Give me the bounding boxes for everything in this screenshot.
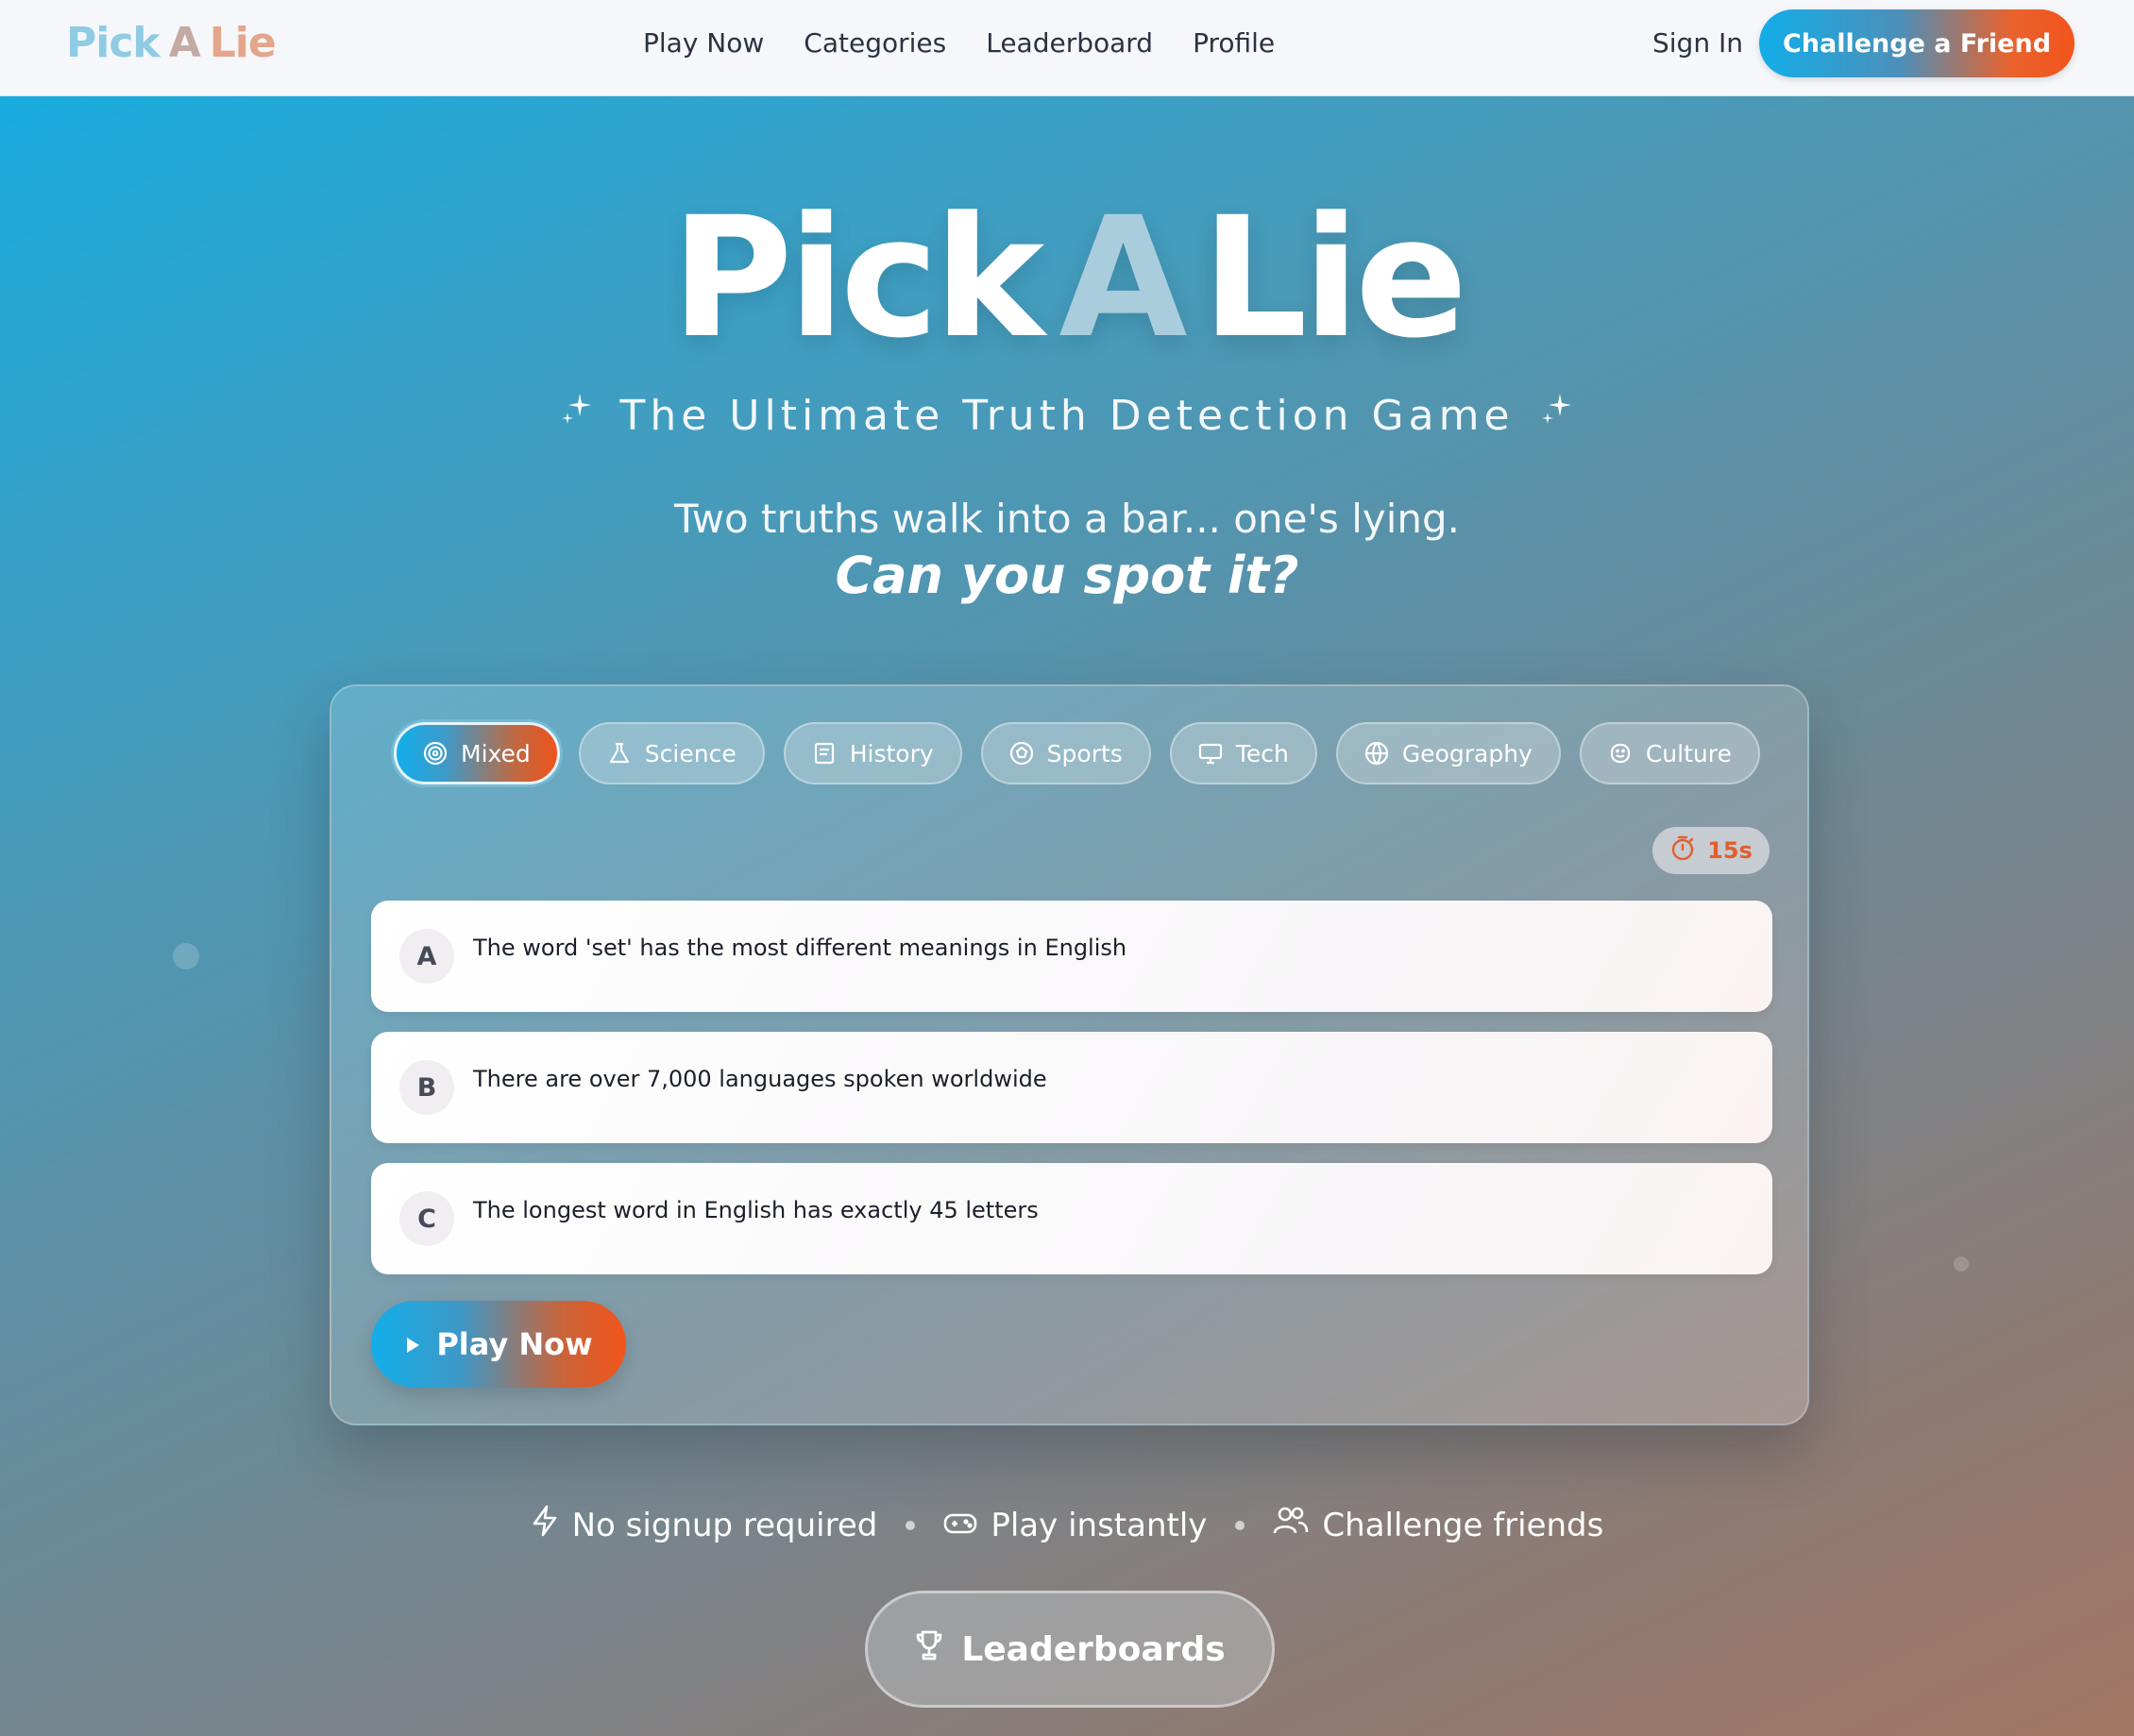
category-label: Science	[644, 739, 737, 767]
gamepad-icon	[943, 1507, 977, 1544]
answer-option-c[interactable]: C The longest word in English has exactl…	[371, 1163, 1772, 1274]
category-label: Culture	[1645, 739, 1732, 767]
feature-list: No signup required Play instantly Challe…	[0, 1505, 2134, 1545]
hero-question: Can you spot it?	[835, 546, 1299, 605]
countdown-timer: 15s	[1652, 827, 1770, 874]
users-icon	[1273, 1506, 1309, 1544]
play-now-label: Play Now	[436, 1326, 593, 1362]
option-text: The word 'set' has the most different me…	[473, 935, 1127, 961]
category-label: History	[849, 739, 934, 767]
nav-profile[interactable]: Profile	[1193, 23, 1275, 64]
play-now-button[interactable]: Play Now	[371, 1301, 626, 1388]
smile-icon	[1608, 741, 1633, 766]
separator-dot	[1235, 1520, 1245, 1530]
top-nav-bar: Pick A Lie Play Now Categories Leaderboa…	[0, 0, 2134, 96]
option-text: There are over 7,000 languages spoken wo…	[473, 1066, 1047, 1092]
option-letter: C	[399, 1191, 454, 1246]
feature-text: No signup required	[571, 1506, 878, 1544]
answer-option-b[interactable]: B There are over 7,000 languages spoken …	[371, 1032, 1772, 1143]
separator-dot	[906, 1520, 916, 1530]
logo-word-lie: Lie	[209, 19, 277, 67]
logo[interactable]: Pick A Lie	[66, 17, 277, 70]
feature-item: Play instantly	[943, 1507, 1207, 1544]
feature-text: Play instantly	[991, 1506, 1208, 1544]
category-label: Tech	[1235, 739, 1289, 767]
category-mixed[interactable]: Mixed	[394, 722, 560, 784]
stopwatch-icon	[1669, 834, 1696, 867]
hero-title-pick: Pick	[670, 181, 1045, 375]
option-letter: B	[399, 1060, 454, 1115]
category-label: Mixed	[461, 739, 531, 767]
category-label: Geography	[1401, 739, 1533, 767]
option-text: The longest word in English has exactly …	[473, 1197, 1039, 1223]
feature-text: Challenge friends	[1322, 1506, 1604, 1544]
hero-title-a: A	[1059, 181, 1187, 375]
category-label: Sports	[1046, 739, 1123, 767]
category-culture[interactable]: Culture	[1579, 722, 1760, 784]
decorative-bubble	[1954, 1256, 1969, 1272]
sign-in-link[interactable]: Sign In	[1652, 23, 1743, 64]
option-letter: A	[399, 929, 454, 984]
monitor-icon	[1198, 741, 1223, 766]
sparkle-icon	[1532, 394, 1574, 432]
answer-options: A The word 'set' has the most different …	[371, 901, 1772, 1294]
sparkle-icon	[561, 394, 603, 432]
globe-icon	[1364, 741, 1389, 766]
category-filter: Mixed Science History Sports Tech Geogra…	[394, 722, 1760, 784]
lightning-icon	[531, 1505, 559, 1545]
decorative-bubble	[173, 943, 199, 969]
category-geography[interactable]: Geography	[1335, 722, 1561, 784]
main-nav: Play Now Categories Leaderboard Profile	[643, 23, 1275, 64]
ball-icon	[1009, 741, 1034, 766]
target-icon	[423, 741, 448, 766]
hero-title-lie: Lie	[1201, 181, 1468, 375]
nav-categories[interactable]: Categories	[804, 23, 946, 64]
category-science[interactable]: Science	[578, 722, 765, 784]
logo-word-a: A	[168, 19, 201, 67]
answer-option-a[interactable]: A The word 'set' has the most different …	[371, 901, 1772, 1012]
leaderboards-button[interactable]: Leaderboards	[865, 1591, 1275, 1708]
hero-subtitle: Two truths walk into a bar... one's lyin…	[673, 496, 1461, 542]
game-card: Mixed Science History Sports Tech Geogra…	[330, 684, 1809, 1425]
feature-item: Challenge friends	[1273, 1506, 1603, 1544]
nav-play-now[interactable]: Play Now	[643, 23, 764, 64]
book-icon	[812, 741, 837, 766]
logo-word-pick: Pick	[66, 19, 161, 67]
play-icon	[404, 1326, 421, 1362]
flask-icon	[607, 741, 632, 766]
tagline: The Ultimate Truth Detection Game	[0, 385, 2134, 445]
timer-value: 15s	[1707, 837, 1753, 864]
category-sports[interactable]: Sports	[980, 722, 1151, 784]
tagline-text: The Ultimate Truth Detection Game	[619, 392, 1515, 440]
nav-leaderboard[interactable]: Leaderboard	[986, 23, 1153, 64]
hero-title: Pick A Lie	[0, 179, 2134, 378]
challenge-friend-button[interactable]: Challenge a Friend	[1759, 9, 2075, 77]
feature-item: No signup required	[531, 1505, 878, 1545]
trophy-icon	[914, 1629, 944, 1670]
leaderboards-label: Leaderboards	[961, 1629, 1226, 1669]
category-history[interactable]: History	[783, 722, 962, 784]
category-tech[interactable]: Tech	[1169, 722, 1317, 784]
